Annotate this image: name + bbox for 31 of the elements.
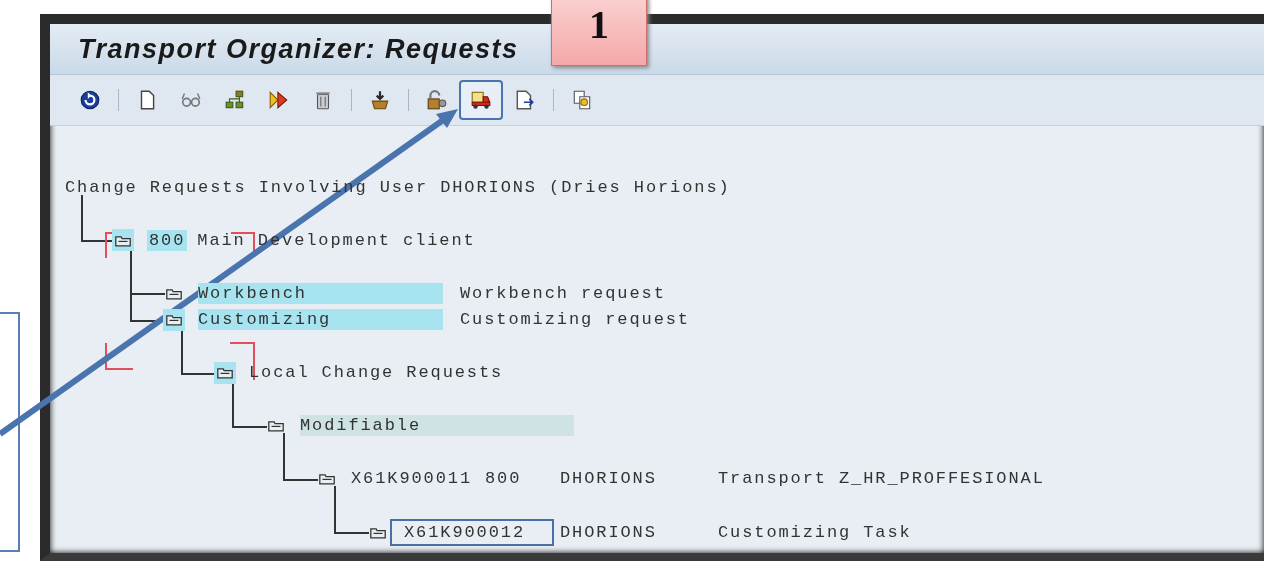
tree-line bbox=[334, 486, 369, 534]
lock-icon bbox=[426, 89, 448, 111]
node-label[interactable]: Customizing bbox=[198, 309, 443, 331]
edit-document-icon bbox=[514, 89, 536, 111]
folder-icon[interactable] bbox=[112, 229, 134, 252]
hierarchy-icon bbox=[224, 89, 246, 111]
copy-icon bbox=[571, 89, 593, 111]
client-number: 800 bbox=[147, 229, 188, 251]
user-cell-text: DHORIONS bbox=[560, 522, 658, 542]
tree-line bbox=[283, 433, 318, 481]
description-cell-text: Customizing request bbox=[460, 310, 691, 330]
forward-icon bbox=[268, 89, 290, 111]
folder-icon[interactable] bbox=[163, 308, 185, 331]
client-cell-text: 800 bbox=[485, 469, 523, 489]
node-label[interactable]: X61K900011 bbox=[351, 468, 473, 490]
callout-number: 1 bbox=[551, 0, 647, 66]
toolbar-button[interactable] bbox=[459, 80, 503, 120]
box-icon bbox=[369, 89, 391, 111]
folder-icon[interactable] bbox=[214, 361, 236, 384]
truck-icon bbox=[470, 89, 492, 111]
node-label[interactable]: Workbench bbox=[198, 282, 443, 304]
description-cell-text: Workbench request bbox=[460, 283, 667, 303]
tree-line bbox=[81, 194, 114, 243]
node-label[interactable]: Modifiable bbox=[300, 415, 574, 437]
node-label[interactable]: X61K900012 bbox=[390, 518, 554, 546]
description-cell-text: Transport Z_HR_PROFFESIONAL bbox=[718, 469, 1046, 489]
description-cell-text: Customizing Task bbox=[718, 522, 913, 542]
user-cell-text: DHORIONS bbox=[560, 469, 658, 489]
refresh-icon bbox=[79, 89, 101, 111]
bracket-mark bbox=[105, 342, 134, 370]
window-title: Transport Organizer: Requests bbox=[78, 33, 519, 65]
